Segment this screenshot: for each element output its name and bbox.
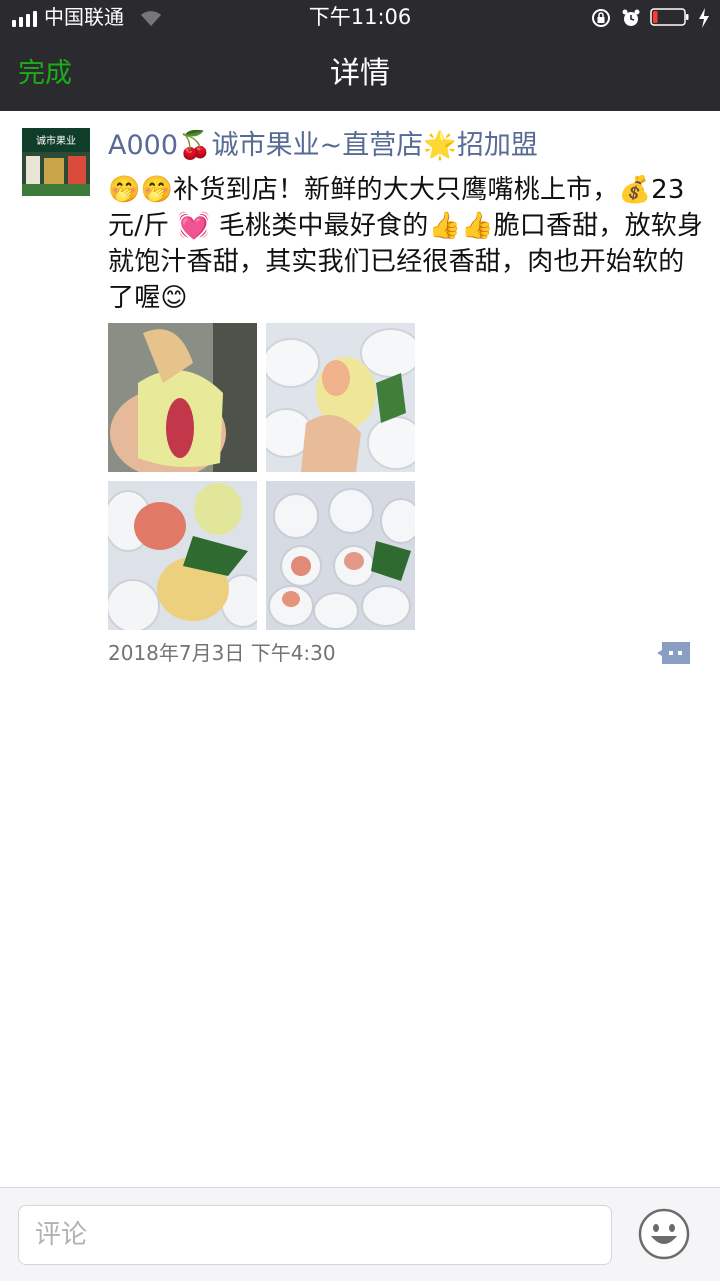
status-bar: 中国联通 下午11:06 — [0, 0, 720, 36]
post-photo[interactable] — [266, 323, 415, 472]
emoji-icon[interactable] — [638, 1208, 690, 1260]
post-text: 🤭🤭补货到店！新鲜的大大只鹰嘴桃上市，💰23元/斤 💓 毛桃类中最好食的👍👍脆口… — [108, 175, 704, 313]
avatar-sign-text: 诚市果业 — [36, 134, 76, 147]
battery-icon — [650, 8, 689, 26]
rotation-lock-icon — [592, 9, 610, 27]
comment-bar: 评论 — [0, 1187, 720, 1281]
status-time: 下午11:06 — [308, 5, 412, 29]
post-photo[interactable] — [266, 481, 415, 630]
post-photo[interactable] — [108, 481, 257, 630]
charging-bolt-icon — [699, 8, 709, 28]
post-photo[interactable] — [108, 323, 257, 472]
post-author[interactable]: A000🍒诚市果业~直营店🌟招加盟 — [108, 126, 538, 166]
comment-menu-icon[interactable] — [656, 640, 692, 666]
top-bar: 中国联通 下午11:06 完成 详情 — [0, 0, 720, 111]
alarm-icon — [622, 9, 640, 26]
comment-input[interactable]: 评论 — [18, 1205, 612, 1265]
avatar[interactable]: 诚市果业 — [22, 128, 90, 196]
post-timestamp: 2018年7月3日 下午4:30 — [108, 641, 336, 665]
page-title: 详情 — [330, 56, 390, 91]
